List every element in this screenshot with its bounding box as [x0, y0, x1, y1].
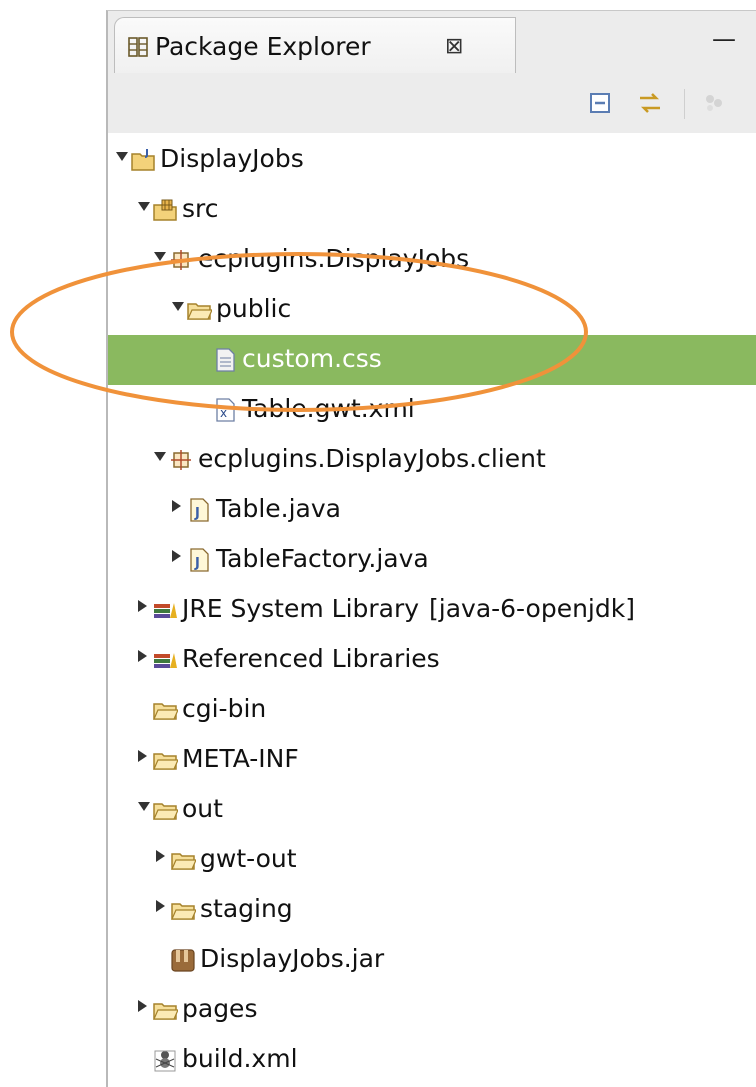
ant-file-icon — [154, 1050, 176, 1072]
tree-item-label: public — [216, 294, 292, 323]
package-explorer-icon — [128, 37, 148, 57]
svg-text:J: J — [194, 506, 200, 521]
java-file-icon: J — [190, 498, 209, 522]
collapsed-arrow-icon[interactable] — [172, 500, 181, 512]
tree-item-label: META-INF — [182, 744, 299, 773]
tree-item-label: gwt-out — [200, 844, 297, 873]
tree-item-displayjobs-jar[interactable]: DisplayJobs.jar — [108, 935, 756, 985]
java-file-icon: J — [190, 548, 209, 572]
collapsed-arrow-icon[interactable] — [156, 900, 165, 912]
folder-icon — [187, 303, 212, 320]
folder-icon — [153, 753, 178, 770]
view-menu-icon[interactable] — [700, 89, 728, 117]
tree-item-label: custom.css — [242, 344, 382, 373]
project-tree[interactable]: DisplayJobs src ecplugins.DisplayJobs publi… — [108, 133, 756, 1087]
css-file-icon — [216, 348, 235, 372]
view-toolbar — [108, 73, 756, 134]
tree-item-referenced-libraries[interactable]: Referenced Libraries — [108, 635, 756, 685]
tree-item-staging[interactable]: staging — [108, 885, 756, 935]
package-explorer-tab[interactable]: Package Explorer ⊠ — [114, 17, 516, 74]
expanded-arrow-icon[interactable] — [138, 802, 150, 811]
tree-item-meta-inf[interactable]: META-INF — [108, 735, 756, 785]
tree-item-label: build.xml — [182, 1044, 298, 1073]
tree-item-pages[interactable]: pages — [108, 985, 756, 1035]
tree-item-public[interactable]: public — [108, 285, 756, 335]
tree-item-build-xml[interactable]: build.xml — [108, 1035, 756, 1085]
tree-item-label: TableFactory.java — [216, 544, 429, 573]
tab-title: Package Explorer — [155, 32, 371, 61]
folder-icon — [171, 903, 196, 920]
java-project-icon — [131, 149, 155, 171]
tree-item-label: Referenced Libraries — [182, 644, 440, 673]
library-icon — [154, 653, 177, 668]
collapsed-arrow-icon[interactable] — [138, 750, 147, 762]
expanded-arrow-icon[interactable] — [154, 252, 166, 261]
tree-item-cgi-bin[interactable]: cgi-bin — [108, 685, 756, 735]
tree-item-jre-system-library[interactable]: JRE System Library [java-6-openjdk] — [108, 585, 756, 635]
tree-item-label: ecplugins.DisplayJobs.client — [198, 444, 546, 473]
collapsed-arrow-icon[interactable] — [156, 850, 165, 862]
collapse-all-icon[interactable] — [586, 89, 614, 117]
tree-item-table-gwt-xml[interactable]: x Table.gwt.xml — [108, 385, 756, 435]
tree-item-label: DisplayJobs.jar — [200, 944, 385, 973]
tree-item-label: pages — [182, 994, 258, 1023]
tree-item-src[interactable]: src — [108, 185, 756, 235]
tree-item-label: Table.java — [216, 494, 341, 523]
expanded-arrow-icon[interactable] — [138, 202, 150, 211]
tree-item-gwt-out[interactable]: gwt-out — [108, 835, 756, 885]
source-folder-icon — [153, 199, 177, 221]
tree-item-tablefactory-java[interactable]: J TableFactory.java — [108, 535, 756, 585]
tree-item-ecplugins-displayjobs-client[interactable]: ecplugins.DisplayJobs.client — [108, 435, 756, 485]
tree-item-table-java[interactable]: J Table.java — [108, 485, 756, 535]
tree-item-label: JRE System Library — [182, 594, 420, 623]
jar-file-icon — [171, 949, 195, 972]
tree-item-custom-css[interactable]: custom.css — [108, 335, 756, 385]
view-tab-bar: Package Explorer ⊠ — — [108, 11, 756, 74]
tree-item-displayjobs[interactable]: DisplayJobs — [108, 135, 756, 185]
package-icon — [171, 450, 191, 470]
expanded-arrow-icon[interactable] — [172, 302, 184, 311]
collapsed-arrow-icon[interactable] — [138, 1000, 147, 1012]
tree-item-out[interactable]: out — [108, 785, 756, 835]
tree-item-label: DisplayJobs — [160, 144, 304, 173]
expanded-arrow-icon[interactable] — [154, 452, 166, 461]
tree-item-decoration: [java-6-openjdk] — [429, 594, 635, 623]
xml-file-icon: x — [216, 398, 235, 422]
svg-text:J: J — [194, 556, 200, 571]
tree-item-label: cgi-bin — [182, 694, 267, 723]
collapsed-arrow-icon[interactable] — [138, 600, 147, 612]
library-icon — [154, 603, 177, 618]
package-explorer-view: Package Explorer ⊠ — DisplayJobs src ecplu… — [106, 10, 756, 1087]
collapsed-arrow-icon[interactable] — [138, 650, 147, 662]
folder-icon — [153, 1003, 178, 1020]
svg-text:x: x — [220, 406, 227, 420]
collapsed-arrow-icon[interactable] — [172, 550, 181, 562]
folder-icon — [153, 703, 178, 720]
link-with-editor-icon[interactable] — [636, 89, 664, 117]
package-icon — [171, 250, 191, 270]
tree-item-label: src — [182, 194, 219, 223]
tree-item-ecplugins-displayjobs[interactable]: ecplugins.DisplayJobs — [108, 235, 756, 285]
folder-icon — [153, 803, 178, 820]
tree-item-label: out — [182, 794, 223, 823]
folder-icon — [171, 853, 196, 870]
close-icon[interactable]: ⊠ — [445, 34, 463, 59]
minimize-icon[interactable]: — — [712, 25, 736, 53]
tree-item-label: Table.gwt.xml — [242, 394, 415, 423]
toolbar-separator — [684, 89, 685, 119]
expanded-arrow-icon[interactable] — [116, 152, 128, 161]
tree-item-label: ecplugins.DisplayJobs — [198, 244, 470, 273]
tree-item-label: staging — [200, 894, 293, 923]
